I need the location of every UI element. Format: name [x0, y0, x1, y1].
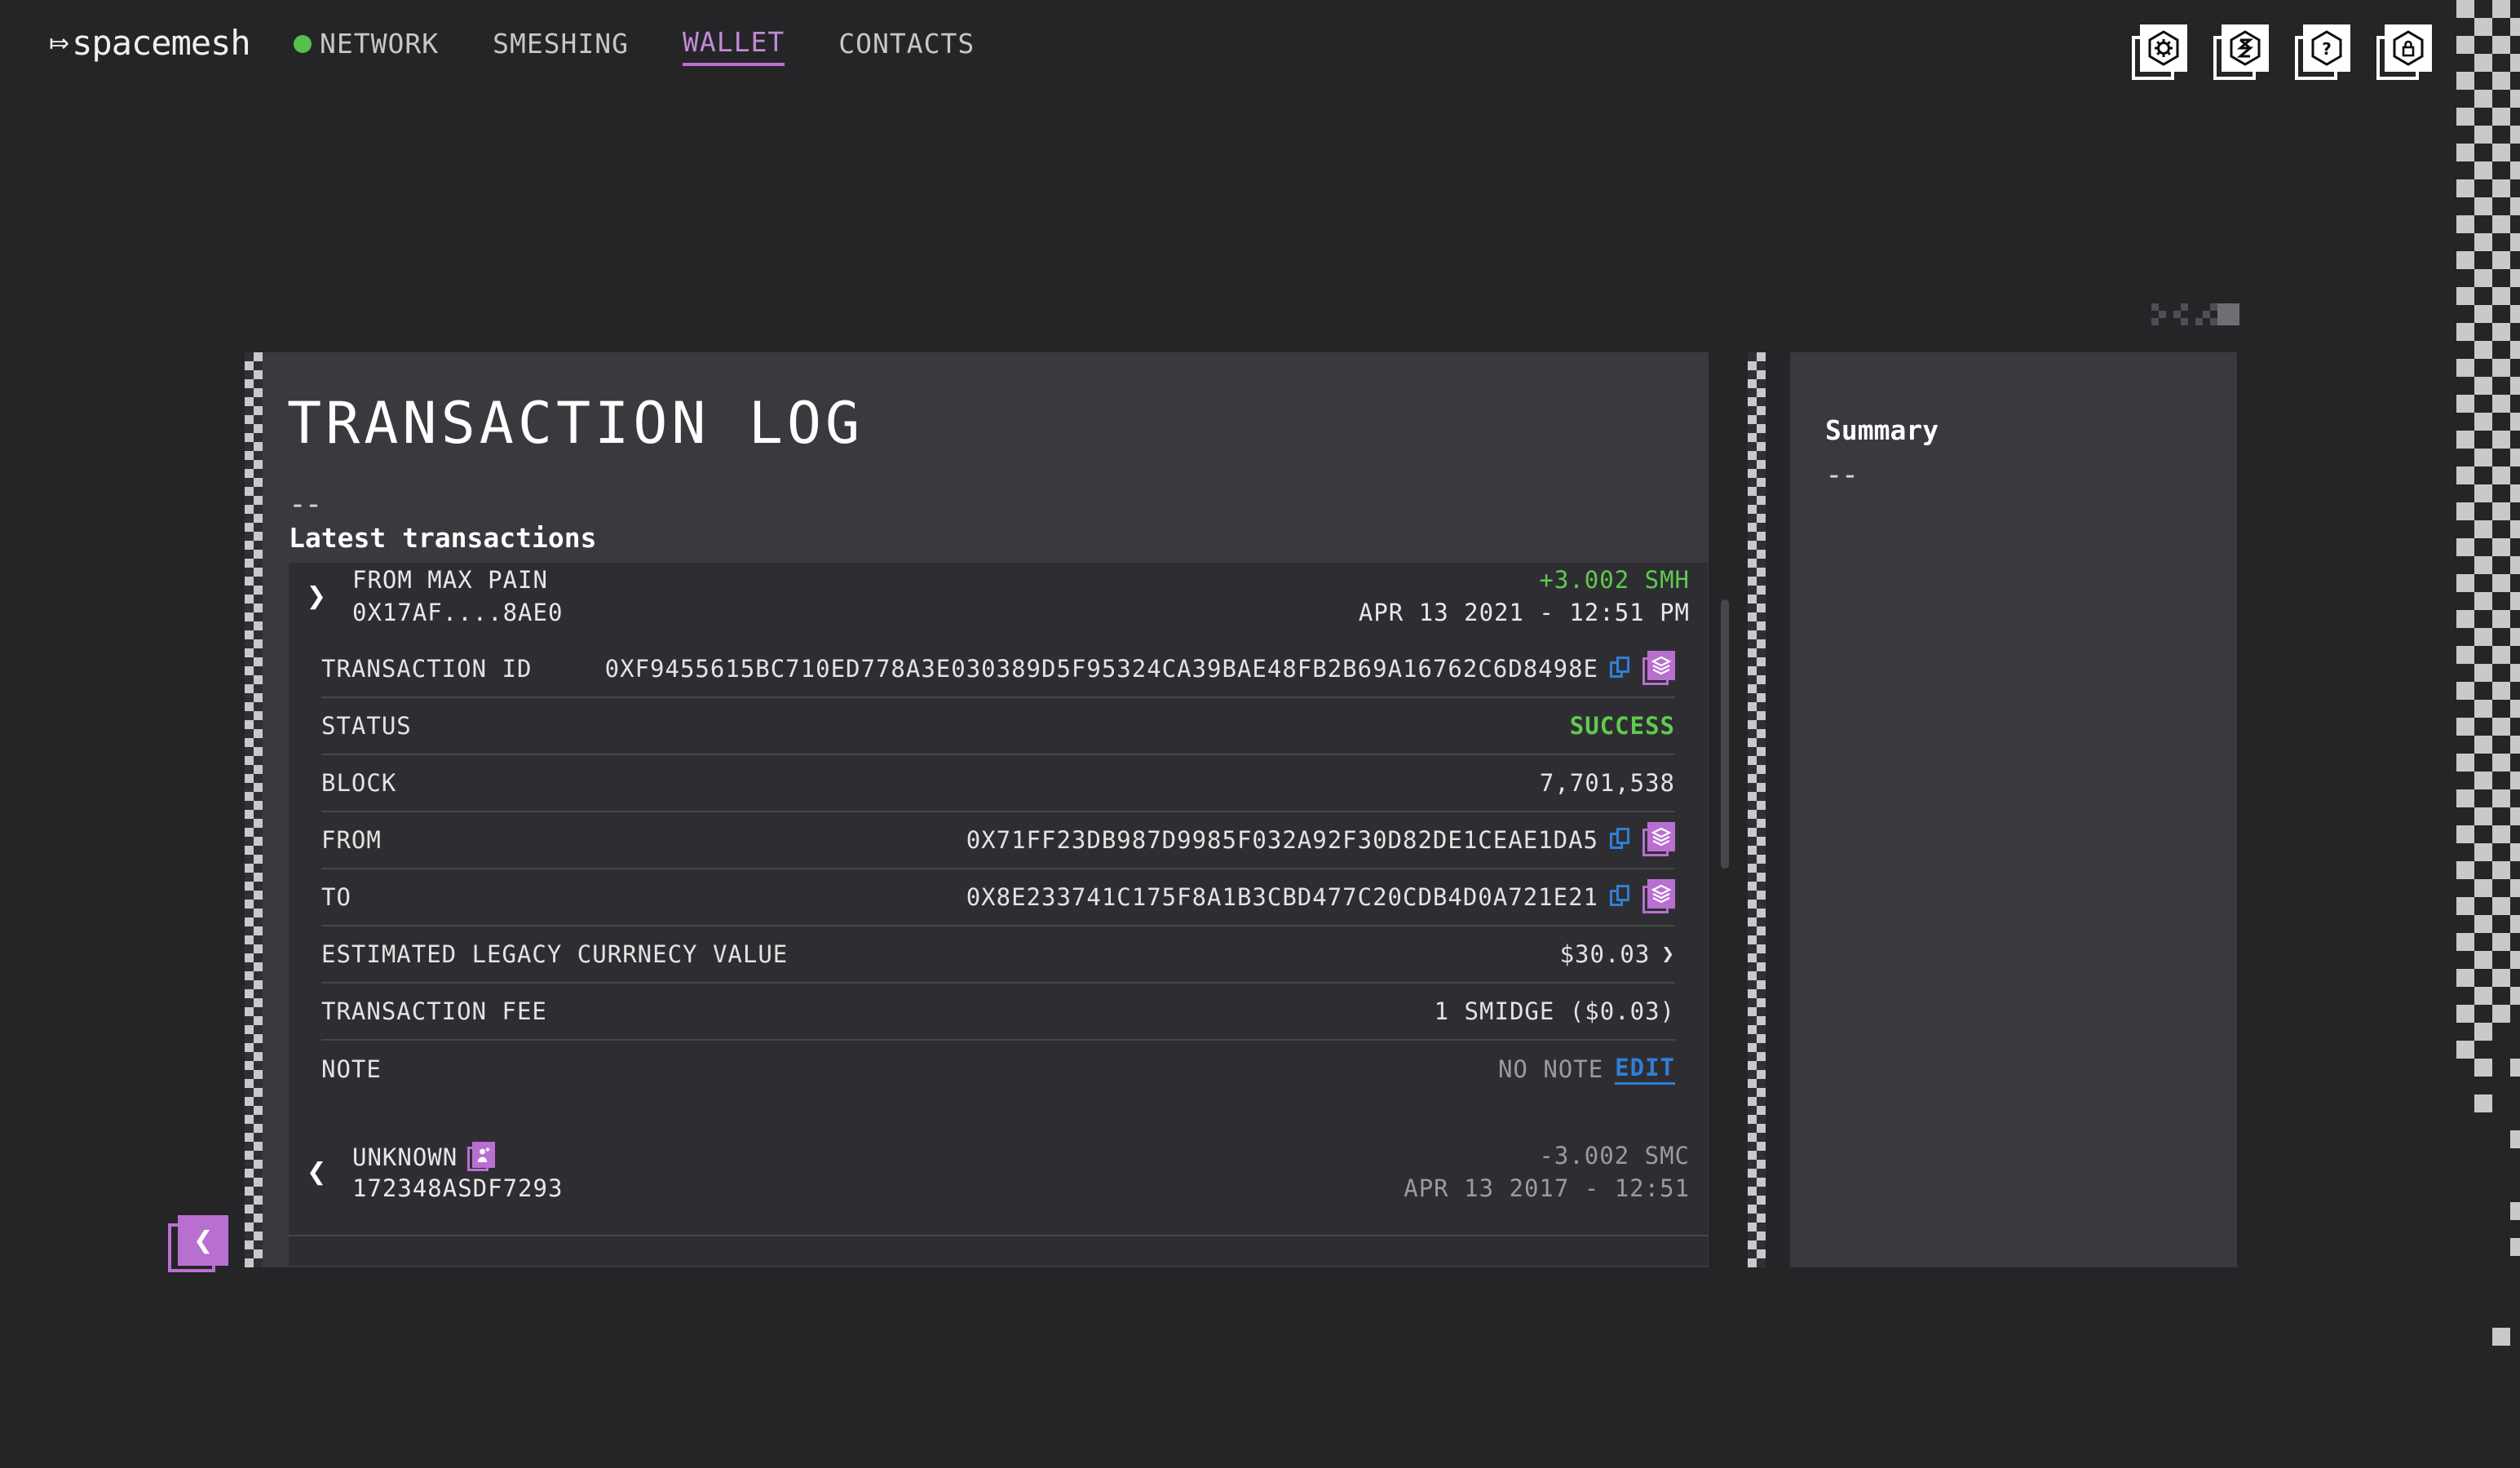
transaction-row-collapsed[interactable]: ❮ UNKNOWN 172348ASDF7293 -3.002 SMC AP	[289, 1139, 1708, 1236]
brand-label: spacemesh	[72, 23, 250, 63]
expand-arrow-icon[interactable]: ❮	[305, 1153, 328, 1191]
spacemesh-mark-icon: ⤇	[49, 32, 69, 56]
nav-label-network: NETWORK	[320, 28, 439, 60]
top-navigation-bar: ⤇ spacemesh NETWORK SMESHING WALLET CONT…	[0, 0, 2520, 96]
detail-label: BLOCK	[321, 769, 396, 797]
transaction-amount: -3.002 SMC	[1539, 1142, 1690, 1170]
expand-arrow-icon[interactable]: ❯	[305, 577, 328, 615]
copy-icon[interactable]	[1610, 885, 1631, 909]
transaction-name-label: UNKNOWN	[352, 1143, 458, 1171]
transaction-id-value: 0XF9455615BC710ED778A3E030389D5F95324CA3…	[605, 655, 1598, 683]
copy-icon[interactable]	[1610, 657, 1631, 681]
help-question-icon[interactable]: ?	[2295, 24, 2347, 83]
transaction-fee-value: 1 SMIDGE ($0.03)	[1435, 997, 1675, 1025]
detail-row-status: STATUS SUCCESS	[321, 698, 1675, 755]
detail-row-transaction-id: TRANSACTION ID 0XF9455615BC710ED778A3E03…	[321, 641, 1675, 698]
detail-label: TRANSACTION ID	[321, 655, 532, 683]
view-on-explorer-layers-icon[interactable]	[1642, 822, 1675, 858]
estimated-value-amount: $30.03	[1560, 940, 1651, 968]
transaction-timestamp: APR 13 2021 - 12:51 PM	[1359, 599, 1690, 626]
detail-label: FROM	[321, 826, 382, 854]
title-divider: --	[289, 488, 321, 521]
transaction-name-label: FROM MAX PAIN	[352, 566, 548, 594]
view-on-explorer-layers-icon[interactable]	[1642, 651, 1675, 687]
nav-item-network[interactable]: NETWORK	[294, 28, 439, 64]
header-icon-tray: ?	[2132, 24, 2429, 83]
nav-item-contacts[interactable]: CONTACTS	[838, 28, 975, 64]
nav-item-wallet[interactable]: WALLET	[683, 26, 785, 66]
add-contact-icon[interactable]	[467, 1142, 495, 1173]
detail-label: TO	[321, 883, 351, 911]
detail-label: STATUS	[321, 712, 412, 740]
detail-row-transaction-fee: TRANSACTION FEE 1 SMIDGE ($0.03)	[321, 984, 1675, 1041]
transaction-list-scrollbar[interactable]	[1721, 599, 1729, 869]
right-edge-checker-pattern	[2456, 0, 2520, 1468]
detail-label: ESTIMATED LEGACY CURRNECY VALUE	[321, 940, 788, 968]
detail-value: 0X71FF23DB987D9985F032A92F30D82DE1CEAE1D…	[966, 822, 1675, 858]
dither-decoration	[2137, 303, 2243, 325]
back-chevron-icon: ❮	[178, 1215, 228, 1266]
from-address-value: 0X71FF23DB987D9985F032A92F30D82DE1CEAE1D…	[966, 826, 1598, 854]
transaction-short-address: 0X17AF....8AE0	[352, 599, 563, 626]
lock-icon[interactable]	[2376, 24, 2429, 83]
summary-divider: --	[1825, 458, 1857, 492]
settings-gear-icon[interactable]	[2132, 24, 2184, 83]
transaction-amount: +3.002 SMH	[1539, 566, 1690, 594]
summary-title: Summary	[1825, 414, 1939, 446]
nav-label-contacts: CONTACTS	[838, 28, 975, 60]
detail-label: TRANSACTION FEE	[321, 997, 547, 1025]
back-button[interactable]: ❮	[168, 1215, 227, 1279]
panel-right-checker-edge	[1748, 352, 1766, 1267]
edit-note-link[interactable]: EDIT	[1615, 1054, 1675, 1085]
section-subtitle: Latest transactions	[289, 522, 597, 554]
view-on-explorer-layers-icon[interactable]	[1642, 879, 1675, 915]
detail-row-note: NOTE NO NOTE EDIT	[321, 1041, 1675, 1098]
transaction-list: ❯ FROM MAX PAIN 0X17AF....8AE0 +3.002 SM…	[289, 563, 1708, 1266]
spacemesh-logo[interactable]: ⤇ spacemesh	[49, 23, 250, 63]
detail-label: NOTE	[321, 1055, 382, 1083]
block-value: 7,701,538	[1540, 769, 1675, 797]
copy-icon[interactable]	[1610, 828, 1631, 852]
transaction-timestamp: APR 13 2017 - 12:51	[1404, 1174, 1690, 1202]
spacemesh-hourglass-icon[interactable]	[2213, 24, 2266, 83]
detail-row-estimated-value: ESTIMATED LEGACY CURRNECY VALUE $30.03 ❯	[321, 926, 1675, 984]
detail-row-to: TO 0X8E233741C175F8A1B3CBD477C20CDB4D0A7…	[321, 869, 1675, 926]
detail-value: 0X8E233741C175F8A1B3CBD477C20CDB4D0A721E…	[966, 879, 1675, 915]
note-value: NO NOTE	[1498, 1055, 1603, 1083]
page-title: TRANSACTION LOG	[287, 390, 864, 457]
detail-value: NO NOTE EDIT	[1498, 1054, 1675, 1085]
transaction-counterparty-name: FROM MAX PAIN	[352, 566, 548, 594]
transaction-row-expanded-header[interactable]: ❯ FROM MAX PAIN 0X17AF....8AE0 +3.002 SM…	[289, 563, 1708, 633]
detail-value: 0XF9455615BC710ED778A3E030389D5F95324CA3…	[605, 651, 1675, 687]
detail-row-from: FROM 0X71FF23DB987D9985F032A92F30D82DE1C…	[321, 812, 1675, 869]
transaction-detail-rows: TRANSACTION ID 0XF9455615BC710ED778A3E03…	[289, 641, 1708, 1098]
network-status-dot-icon	[294, 35, 312, 53]
nav-label-wallet: WALLET	[683, 26, 785, 58]
svg-text:?: ?	[2322, 39, 2332, 59]
nav-links: NETWORK SMESHING WALLET CONTACTS	[294, 26, 975, 66]
transaction-counterparty-name: UNKNOWN	[352, 1142, 495, 1173]
panel-left-checker-edge	[245, 352, 263, 1267]
nav-item-smeshing[interactable]: SMESHING	[493, 28, 629, 64]
nav-label-smeshing: SMESHING	[493, 28, 629, 60]
transaction-short-address: 172348ASDF7293	[352, 1174, 563, 1202]
chevron-down-icon[interactable]: ❯	[1661, 944, 1675, 965]
status-badge: SUCCESS	[1570, 712, 1675, 740]
to-address-value: 0X8E233741C175F8A1B3CBD477C20CDB4D0A721E…	[966, 883, 1598, 911]
detail-row-block: BLOCK 7,701,538	[321, 755, 1675, 812]
detail-value: $30.03 ❯	[1560, 940, 1675, 968]
